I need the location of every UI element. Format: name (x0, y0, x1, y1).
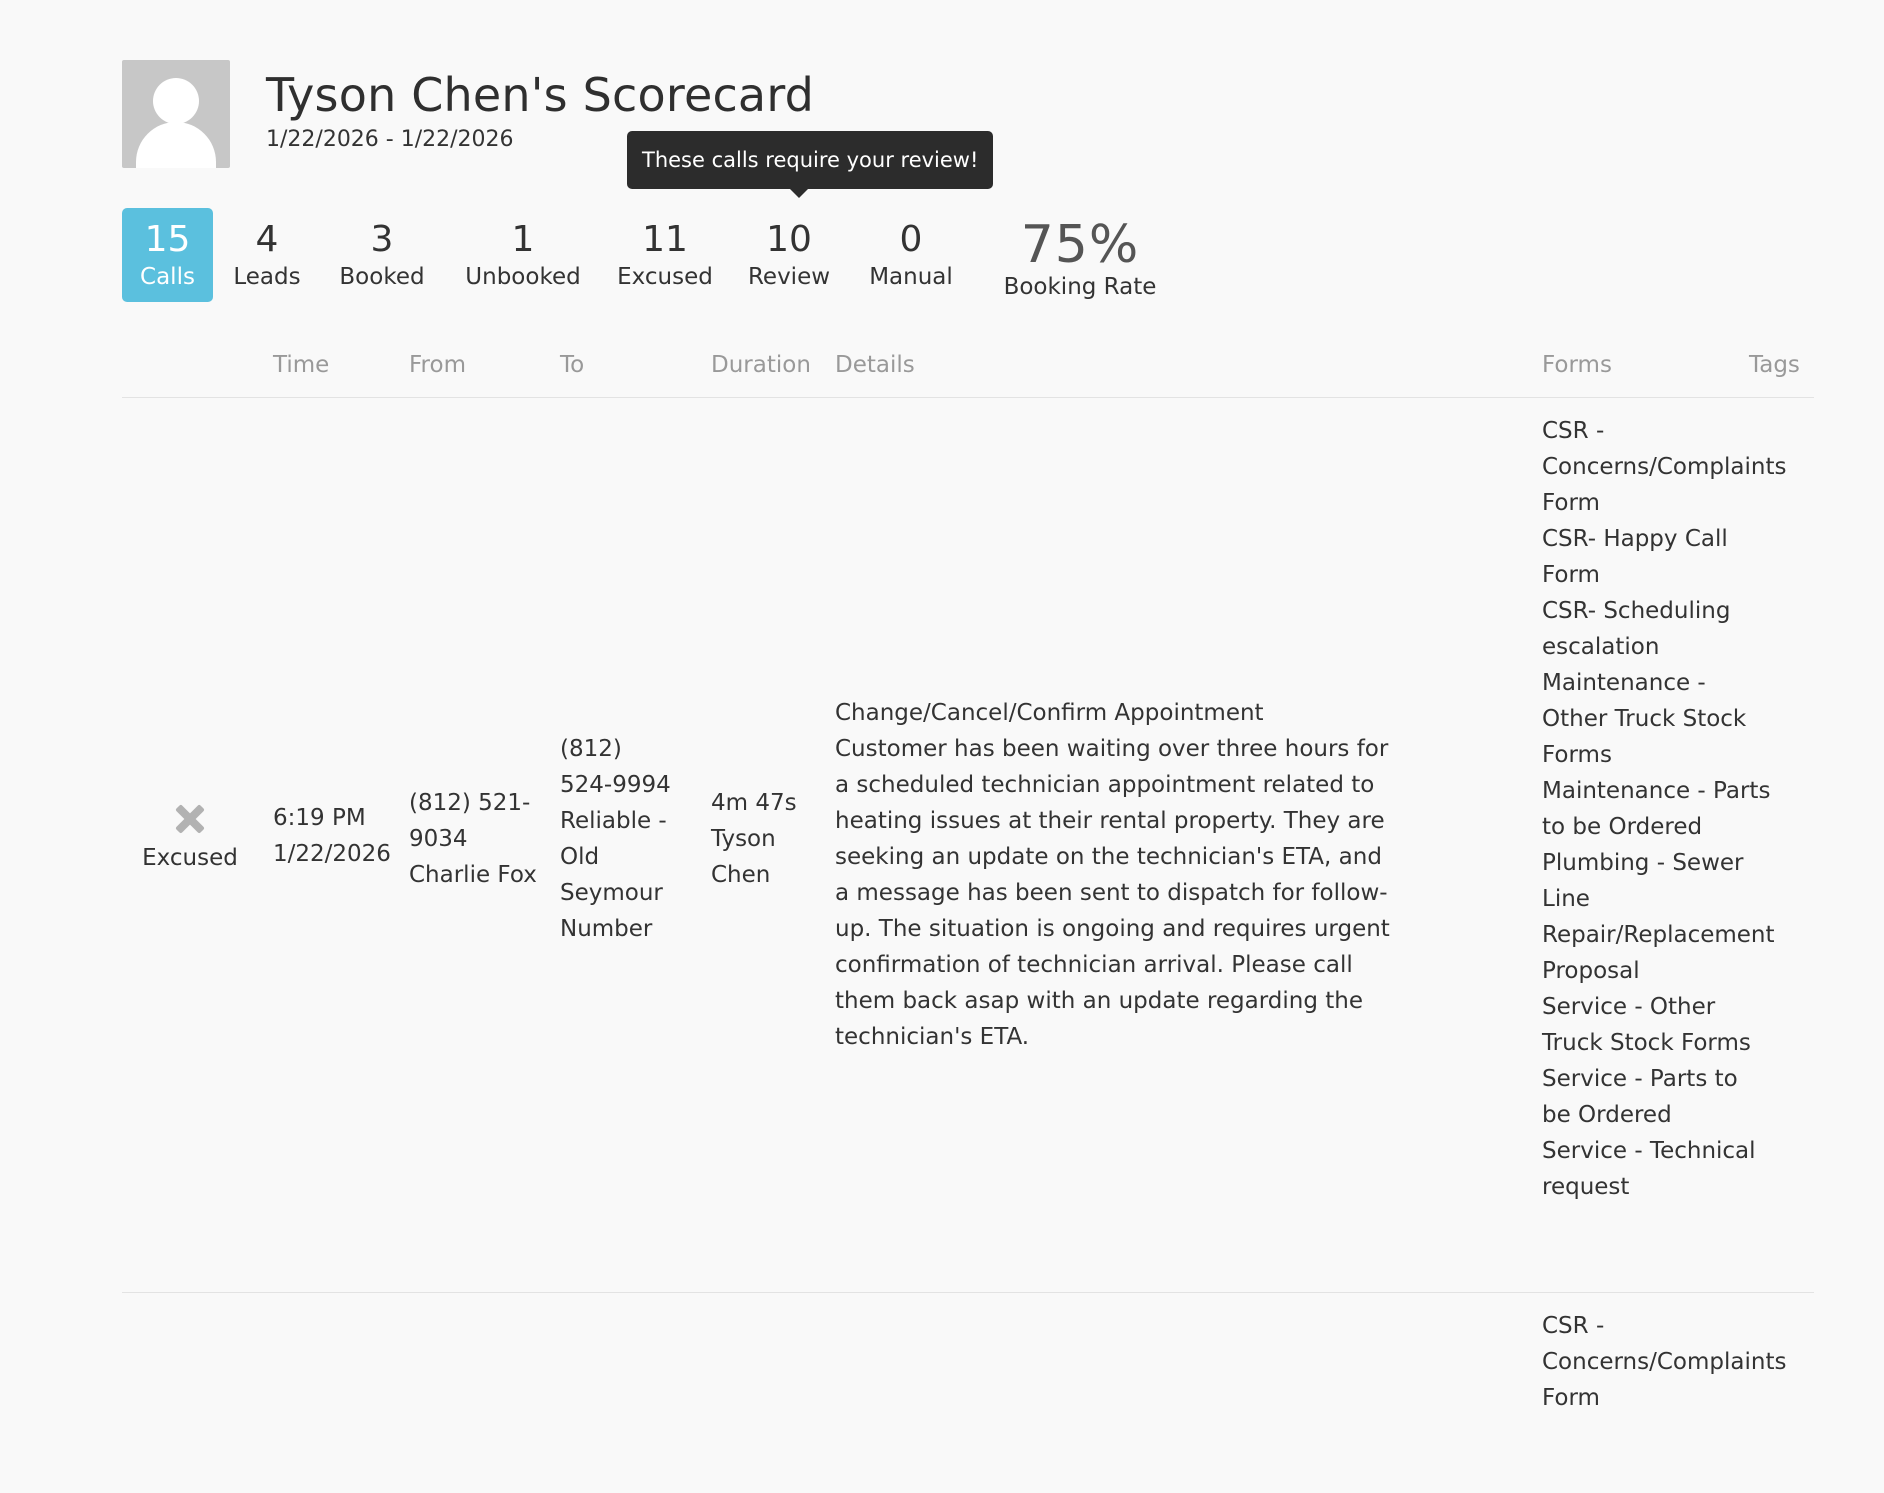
call-time: 6:19 PM (273, 805, 366, 831)
form-link[interactable]: CSR- Happy Call Form (1542, 521, 1772, 593)
stat-value: 10 (766, 219, 812, 260)
details-body: Customer has been waiting over three hou… (835, 736, 1390, 1050)
stat-value: 3 (370, 219, 394, 260)
stat-value: 11 (642, 219, 688, 260)
stat-label: Calls (140, 264, 195, 290)
details-cell: Change/Cancel/Confirm Appointment Custom… (835, 695, 1395, 1055)
form-link[interactable]: CSR- Scheduling escalation (1542, 593, 1772, 665)
header-to[interactable]: To (560, 352, 584, 378)
header-forms[interactable]: Forms (1542, 352, 1612, 378)
form-link[interactable]: Service - Technical request (1542, 1133, 1772, 1205)
call-date: 1/22/2026 (273, 841, 391, 867)
excused-x-icon (175, 804, 205, 834)
header-tags[interactable]: Tags (1749, 352, 1800, 378)
form-link[interactable]: CSR - Concerns/Complaints Form (1542, 413, 1786, 521)
stat-value: 15 (144, 219, 191, 260)
stat-value: 4 (255, 219, 279, 260)
booking-rate-label: Booking Rate (1003, 274, 1157, 300)
form-link[interactable]: Service - Parts to be Ordered (1542, 1061, 1772, 1133)
stat-label: Review (747, 264, 831, 290)
booking-rate: 75% Booking Rate (1002, 208, 1158, 302)
stat-value: 1 (511, 219, 535, 260)
avatar (122, 60, 230, 168)
form-link[interactable]: Plumbing - Sewer Line Repair/Replacement… (1542, 845, 1775, 989)
header-from[interactable]: From (409, 352, 466, 378)
header-details[interactable]: Details (835, 352, 915, 378)
stat-unbooked[interactable]: 1 Unbooked (460, 208, 586, 302)
from-name: Charlie Fox (409, 862, 537, 888)
calls-table: Time From To Duration Details Forms Tags… (122, 340, 1814, 1493)
stat-label: Excused (617, 264, 713, 290)
stat-review[interactable]: 10 Review (742, 208, 836, 302)
table-header: Time From To Duration Details Forms Tags (122, 340, 1814, 398)
form-link[interactable]: Maintenance - Other Truck Stock Forms (1542, 665, 1772, 773)
header-duration[interactable]: Duration (711, 352, 811, 378)
to-cell: (812) 524-9994 Reliable - Old Seymour Nu… (560, 731, 678, 947)
stat-booked[interactable]: 3 Booked (332, 208, 432, 302)
review-tooltip: These calls require your review! (627, 131, 994, 198)
form-link[interactable]: Maintenance - Parts to be Ordered (1542, 773, 1772, 845)
details-title: Change/Cancel/Confirm Appointment (835, 700, 1264, 726)
stat-manual[interactable]: 0 Manual (861, 208, 961, 302)
stat-label: Unbooked (465, 264, 581, 290)
stat-leads[interactable]: 4 Leads (225, 208, 309, 302)
avatar-head-icon (153, 78, 199, 124)
forms-cell: CSR - Concerns/Complaints Form CSR- Happ… (1542, 413, 1786, 1205)
header-time[interactable]: Time (273, 352, 329, 378)
to-number[interactable]: (812) 524-9994 (560, 731, 678, 803)
avatar-body-icon (136, 122, 216, 168)
stat-label: Booked (339, 264, 425, 290)
time-cell: 6:19 PM 1/22/2026 (273, 800, 393, 872)
booking-rate-value: 75% (1020, 215, 1140, 275)
stat-value: 0 (899, 219, 923, 260)
status-label: Excused (142, 845, 238, 871)
from-cell: (812) 521-9034 Charlie Fox (409, 785, 537, 893)
status-cell: Excused (130, 804, 250, 876)
form-link[interactable]: Service - Other Truck Stock Forms (1542, 989, 1772, 1061)
table-row[interactable]: Excused 6:19 PM 1/22/2026 (812) 521-9034… (122, 398, 1814, 1293)
stat-label: Leads (233, 264, 301, 290)
page-title: Tyson Chen's Scorecard (266, 68, 815, 122)
stat-calls[interactable]: 15 Calls (122, 208, 213, 302)
duration-cell: 4m 47s Tyson Chen (711, 785, 811, 893)
table-row[interactable]: CSR - Concerns/Complaints Form (122, 1293, 1814, 1493)
agent-name: Tyson Chen (711, 826, 776, 888)
from-number[interactable]: (812) 521-9034 (409, 785, 537, 857)
to-name: Reliable - Old Seymour Number (560, 808, 667, 942)
forms-cell: CSR - Concerns/Complaints Form (1542, 1308, 1786, 1416)
stat-excused[interactable]: 11 Excused (613, 208, 717, 302)
stat-label: Manual (869, 264, 953, 290)
call-duration: 4m 47s (711, 790, 797, 816)
form-link[interactable]: CSR - Concerns/Complaints Form (1542, 1308, 1786, 1416)
